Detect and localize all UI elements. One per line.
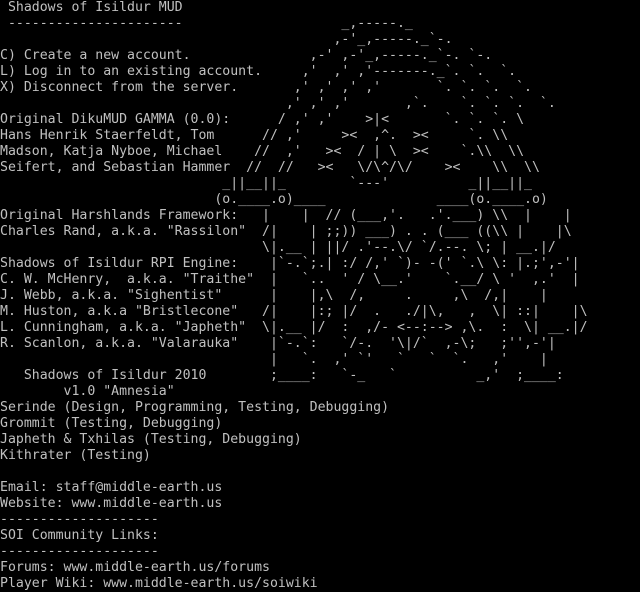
terminal-line: v1.0 "Amnesia" [0,384,175,399]
terminal-line: ---------------------- _,-----._ [0,16,413,31]
terminal-line: Email: staff@middle-earth.us [0,480,223,495]
terminal-line: Shadows of Isildur 2010 ;____: `-_ ` _,'… [0,368,564,383]
terminal-line: Player Wiki: www.middle-earth.us/soiwiki [0,576,318,591]
terminal-line: Shadows of Isildur RPI Engine: |`-.`;.| … [0,256,580,271]
terminal-line: R. Scanlon, a.k.a. "Valarauka" |`-.`: `/… [0,336,556,351]
terminal-line: -------------------- [0,544,159,559]
terminal-line: Kithrater (Testing) [0,448,151,463]
terminal-line: Original DikuMUD GAMMA (0.0): / ,' ,' >|… [0,112,525,127]
terminal-line: (o.____.o)____ ____(o.____.o) [0,192,548,207]
terminal-line: Serinde (Design, Programming, Testing, D… [0,400,390,415]
terminal-line: X) Disconnect from the server. ,' ,' ,' … [0,80,532,95]
terminal-line: Seifert, and Sebastian Hammer // // >< \… [0,160,540,175]
terminal-line: Japheth & Txhilas (Testing, Debugging) [0,432,302,447]
terminal-line: Shadows of Isildur MUD [0,0,183,15]
terminal-line: L. Cunningham, a.k.a. "Japheth" \|.__ |/… [0,320,588,335]
terminal-line: C. W. McHenry, a.k.a. "Traithe" | `.. ' … [0,272,580,287]
terminal-line: Website: www.middle-earth.us [0,496,223,511]
terminal-line: _||__||_ `---' _||__||_ [0,176,532,191]
terminal-line: SOI Community Links: [0,528,159,543]
terminal-line: -------------------- [0,512,159,527]
terminal-line: J. Webb, a.k.a. "Sighentist" | |,\ /, . … [0,288,548,303]
terminal-window[interactable]: Shadows of Isildur MUD -----------------… [0,0,640,592]
terminal-line: M. Huston, a.k.a "Bristlecone" /| |:; |/… [0,304,588,319]
terminal-line: Charles Rand, a.k.a. "Rassilon" /| | ;;)… [0,224,572,239]
terminal-line: Grommit (Testing, Debugging) [0,416,223,431]
terminal-line: Original Harshlands Framework: | | // (_… [0,208,572,223]
terminal-line: C) Create a new account. ,-' ,-'_,-----.… [0,48,493,63]
terminal-line: \|.__ | ||/ .'--.\/ `/.--. \; | __.|/ [0,240,556,255]
terminal-line: Hans Henrik Staerfeldt, Tom // ,' >< ,^.… [0,128,509,143]
terminal-line: ,-'_,-----._`-. [0,32,453,47]
terminal-line: L) Log in to an existing account. ,' ,' … [0,64,517,79]
terminal-line: | `. ,' `' ` ` `. ,' | [0,352,548,367]
terminal-line: Forums: www.middle-earth.us/forums [0,560,270,575]
terminal-line: ,' ,' ,' ,`. `. `. `. `. [0,96,556,111]
terminal-line: Madson, Katja Nyboe, Michael // ,' >< / … [0,144,525,159]
